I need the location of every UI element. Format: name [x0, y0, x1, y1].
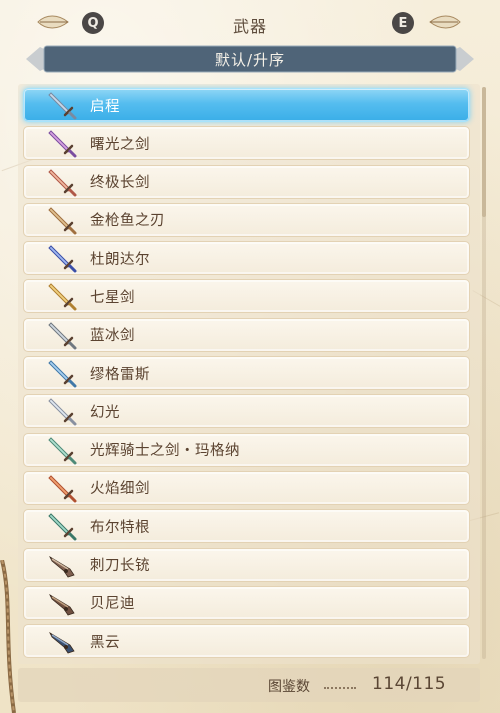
sword-icon — [48, 398, 77, 426]
sword-icon — [48, 283, 77, 311]
weapon-list-item[interactable]: 杜朗达尔 — [23, 241, 470, 276]
weapon-list-panel: 启程曙光之剑终极长剑金枪鱼之刃杜朗达尔七星剑蓝冰剑缪格雷斯幻光光辉骑士之剑・玛格… — [18, 84, 480, 664]
collection-count: 114/115 — [372, 674, 447, 694]
sword-icon — [48, 245, 77, 273]
weapon-name: 幻光 — [90, 404, 120, 421]
collection-label: 图鉴数 — [268, 679, 310, 695]
page-title: 武器 — [232, 17, 267, 36]
weapon-list: 启程曙光之剑终极长剑金枪鱼之刃杜朗达尔七星剑蓝冰剑缪格雷斯幻光光辉骑士之剑・玛格… — [23, 88, 470, 662]
sword-icon — [48, 360, 77, 388]
sword-icon — [48, 92, 77, 120]
header: Q 武器 E — [0, 0, 500, 44]
weapon-list-item[interactable]: 曙光之剑 — [23, 126, 470, 161]
weapon-list-item[interactable]: 光辉骑士之剑・玛格纳 — [23, 432, 470, 467]
gun-icon — [49, 632, 75, 654]
weapon-list-item[interactable]: 布尔特根 — [23, 509, 470, 544]
sword-icon — [48, 436, 77, 465]
feather-ornament-icon — [429, 15, 461, 29]
sort-label: 默认/升序 — [214, 50, 286, 69]
weapon-name: 杜朗达尔 — [90, 251, 150, 268]
sword-icon — [48, 207, 77, 235]
weapon-list-item[interactable]: 火焰细剑 — [23, 470, 470, 505]
footer: 图鉴数 114/115 — [18, 668, 480, 702]
dotted-divider — [324, 687, 356, 689]
weapon-name: 七星剑 — [90, 289, 135, 306]
scrollbar[interactable] — [482, 87, 486, 659]
weapon-name: 火焰细剑 — [90, 481, 150, 498]
next-category-key[interactable]: E — [392, 12, 414, 34]
weapon-list-item[interactable]: 蓝冰剑 — [23, 317, 470, 352]
weapon-list-item[interactable]: 幻光 — [23, 394, 470, 429]
sort-button[interactable]: 默认/升序 — [26, 44, 474, 74]
weapon-list-item[interactable]: 黑云 — [23, 624, 470, 659]
weapon-list-item[interactable]: 刺刀长铳 — [23, 547, 470, 582]
weapon-name: 光辉骑士之剑・玛格纳 — [90, 443, 240, 460]
weapon-list-item[interactable]: 贝尼迪 — [23, 585, 470, 620]
weapon-list-item[interactable]: 启程 — [23, 88, 470, 122]
weapon-name: 金枪鱼之刃 — [90, 213, 165, 230]
sword-icon — [48, 168, 77, 197]
weapon-name: 曙光之剑 — [90, 136, 150, 153]
weapon-name: 启程 — [90, 98, 120, 115]
weapon-name: 黑云 — [90, 634, 120, 651]
gun-icon — [49, 593, 75, 616]
weapon-list-item[interactable]: 终极长剑 — [23, 164, 470, 199]
sword-icon — [48, 130, 77, 158]
weapon-name: 终极长剑 — [90, 175, 150, 192]
scroll-thumb[interactable] — [482, 87, 486, 217]
weapon-list-item[interactable]: 金枪鱼之刃 — [23, 202, 470, 237]
weapon-name: 蓝冰剑 — [90, 328, 135, 345]
weapon-name: 布尔特根 — [90, 519, 150, 536]
gun-icon — [49, 555, 75, 578]
weapon-list-item[interactable]: 七星剑 — [23, 279, 470, 314]
sword-icon — [48, 322, 77, 350]
sword-icon — [48, 513, 77, 541]
sword-icon — [48, 475, 77, 503]
weapon-list-item[interactable]: 缪格雷斯 — [23, 356, 470, 391]
weapon-name: 缪格雷斯 — [90, 366, 150, 383]
weapon-name: 刺刀长铳 — [90, 558, 150, 575]
weapon-name: 贝尼迪 — [90, 596, 135, 613]
